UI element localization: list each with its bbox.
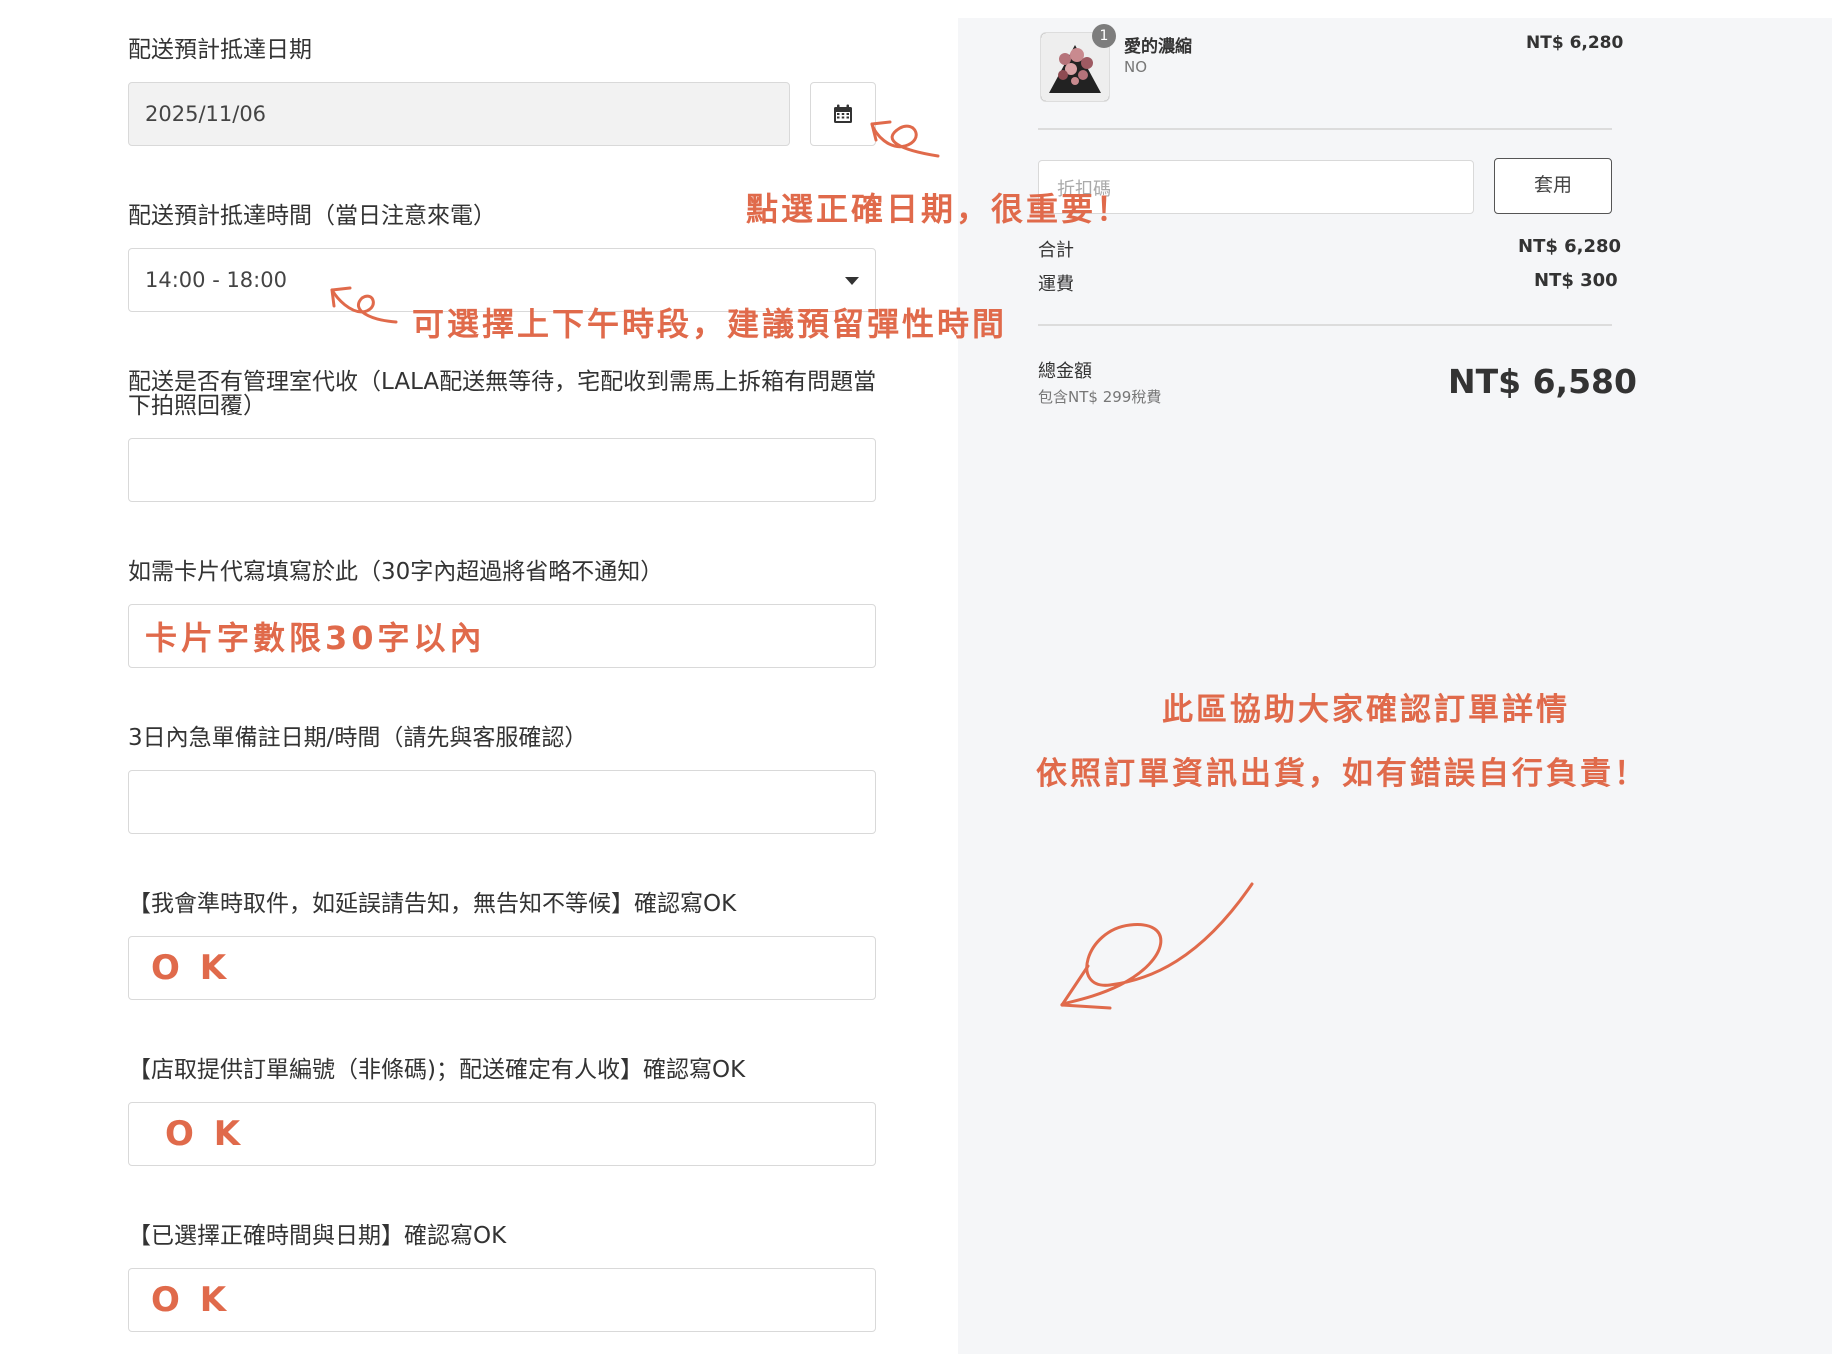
pickup-confirm-value: O K xyxy=(151,948,231,988)
urgent-note-label: 3日內急單備註日期/時間（請先與客服確認） xyxy=(128,725,588,751)
subtotal-label: 合計 xyxy=(1038,240,1074,261)
card-message-value: 卡片字數限30字以內 xyxy=(145,619,486,657)
datetime-confirm-input[interactable]: O K xyxy=(128,1268,876,1332)
calendar-icon xyxy=(834,104,852,123)
pickup-confirm-label: 【我會準時取件，如延誤請告知，無告知不等候】確認寫OK xyxy=(128,891,737,917)
time-annotation: 可選擇上下午時段，建議預留彈性時間 xyxy=(412,305,1008,343)
card-message-label: 如需卡片代寫填寫於此（30字內超過將省略不通知） xyxy=(128,559,664,585)
order-number-label: 【店取提供訂單編號（非條碼)；配送確定有人收】確認寫OK xyxy=(128,1057,746,1083)
chevron-down-icon xyxy=(845,277,859,285)
product-price: NT$ 6,280 xyxy=(1526,33,1624,53)
shipping-value: NT$ 300 xyxy=(1534,270,1618,291)
date-annotation: 點選正確日期，很重要！ xyxy=(746,190,1132,228)
divider xyxy=(1038,128,1612,130)
delivery-time-value: 14:00 - 18:00 xyxy=(145,268,287,292)
divider xyxy=(1038,324,1612,326)
product-name: 愛的濃縮 xyxy=(1124,37,1192,57)
management-label: 配送是否有管理室代收（LALA配送無等待，宅配收到需馬上拆箱有問題當下拍照回覆） xyxy=(128,369,877,419)
quantity-value: 1 xyxy=(1099,28,1109,44)
total-value: NT$ 6,580 xyxy=(1448,362,1637,401)
delivery-date-label: 配送預計抵達日期 xyxy=(128,37,312,63)
card-message-input[interactable]: 卡片字數限30字以內 xyxy=(128,604,876,668)
summary-annotation-1: 此區協助大家確認訂單詳情 xyxy=(1162,692,1570,728)
order-number-input[interactable]: O K xyxy=(128,1102,876,1166)
delivery-time-label: 配送預計抵達時間（當日注意來電） xyxy=(128,203,496,229)
total-label: 總金額 xyxy=(1038,361,1092,382)
datetime-confirm-value: O K xyxy=(151,1280,231,1320)
tax-note: 包含NT$ 299稅費 xyxy=(1038,388,1162,406)
calendar-button[interactable] xyxy=(810,82,876,146)
urgent-note-input[interactable] xyxy=(128,770,876,834)
order-number-value: O K xyxy=(165,1114,245,1154)
shipping-label: 運費 xyxy=(1038,274,1074,295)
delivery-date-value: 2025/11/06 xyxy=(145,102,267,126)
apply-label: 套用 xyxy=(1533,174,1572,196)
subtotal-value: NT$ 6,280 xyxy=(1518,236,1622,257)
summary-annotation-2: 依照訂單資訊出貨，如有錯誤自行負責！ xyxy=(1036,756,1648,792)
apply-coupon-button[interactable]: 套用 xyxy=(1494,158,1612,214)
product-variant: NO xyxy=(1124,58,1148,76)
management-input[interactable] xyxy=(128,438,876,502)
quantity-badge: 1 xyxy=(1092,24,1116,48)
delivery-date-input[interactable]: 2025/11/06 xyxy=(128,82,790,146)
pickup-confirm-input[interactable]: O K xyxy=(128,936,876,1000)
datetime-confirm-label: 【已選擇正確時間與日期】確認寫OK xyxy=(128,1223,507,1249)
